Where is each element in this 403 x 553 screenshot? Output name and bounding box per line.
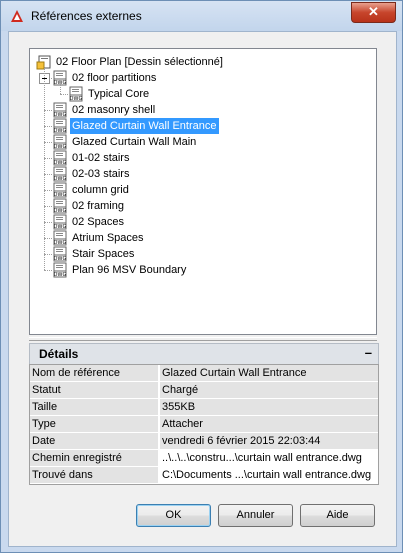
tree-item-label: Glazed Curtain Wall Entrance bbox=[70, 118, 219, 134]
tree-item-label: 01-02 stairs bbox=[72, 152, 130, 164]
details-key: Trouvé dans bbox=[30, 467, 159, 483]
details-title: Détails bbox=[39, 347, 79, 361]
window-title: Références externes bbox=[31, 9, 142, 23]
dwg-file-icon: DWG bbox=[53, 214, 67, 230]
tree-item-label: 02 Spaces bbox=[72, 216, 124, 228]
details-key: Date bbox=[30, 433, 159, 449]
tree-connector-line bbox=[44, 142, 52, 143]
tree-connector-line bbox=[60, 94, 68, 95]
tree-connector-line bbox=[44, 158, 52, 159]
tree-item-label: Plan 96 MSV Boundary bbox=[72, 264, 187, 276]
dwg-file-icon: DWG bbox=[53, 246, 67, 262]
tree-connector-line bbox=[44, 270, 52, 271]
tree-connector-line bbox=[44, 222, 52, 223]
details-key: Chemin enregistré bbox=[30, 450, 159, 466]
dwg-file-icon: DWG bbox=[53, 134, 67, 150]
details-key: Taille bbox=[30, 399, 159, 415]
tree-connector-line bbox=[60, 84, 61, 94]
xref-dialog-window: Références externes ✕ 02 Floor Plan [Des… bbox=[0, 0, 403, 553]
panel-splitter[interactable] bbox=[29, 337, 377, 341]
tree-item-label: column grid bbox=[72, 184, 129, 196]
details-row: Statut Chargé bbox=[30, 382, 378, 399]
tree-item-label: Stair Spaces bbox=[72, 248, 135, 260]
details-value: Glazed Curtain Wall Entrance bbox=[160, 365, 378, 381]
details-key: Nom de référence bbox=[30, 365, 159, 381]
dwg-file-icon: DWG bbox=[69, 86, 83, 102]
tree-item-label: 02 framing bbox=[72, 200, 124, 212]
tree-connector-line bbox=[44, 174, 52, 175]
tree-item-label: Atrium Spaces bbox=[72, 232, 144, 244]
tree-connector-line bbox=[44, 206, 52, 207]
dwg-file-icon: DWG bbox=[53, 118, 67, 134]
tree-item-label: Glazed Curtain Wall Main bbox=[72, 136, 197, 148]
details-row: Nom de référence Glazed Curtain Wall Entr… bbox=[30, 365, 378, 382]
details-row: Date vendredi 6 février 2015 22:03:44 bbox=[30, 433, 378, 450]
details-row: Type Attacher bbox=[30, 416, 378, 433]
xref-tree-view[interactable]: 02 Floor Plan [Dessin sélectionné] DWG 02 … bbox=[29, 48, 377, 335]
close-button[interactable]: ✕ bbox=[351, 2, 396, 23]
dwg-file-icon: DWG bbox=[53, 166, 67, 182]
tree-item-label: Typical Core bbox=[88, 88, 150, 100]
tree-item-label: 02 masonry shell bbox=[72, 104, 156, 116]
svg-text:DWG: DWG bbox=[54, 272, 67, 278]
tree-connector-line bbox=[44, 68, 45, 270]
tree-item-label: 02 Floor Plan [Dessin sélectionné] bbox=[56, 56, 223, 68]
dwg-file-icon: DWG bbox=[53, 102, 67, 118]
tree-connector-line bbox=[44, 110, 52, 111]
tree-connector-line bbox=[44, 126, 52, 127]
dwg-file-icon: DWG bbox=[53, 150, 67, 166]
details-value: Chargé bbox=[160, 382, 378, 398]
details-key: Type bbox=[30, 416, 159, 432]
details-row: Chemin enregistré ..\..\..\constru...\cur… bbox=[30, 450, 378, 467]
details-row: Trouvé dans C:\Documents ...\curtain wall… bbox=[30, 467, 378, 484]
ok-button[interactable]: OK bbox=[136, 504, 211, 527]
details-value: vendredi 6 février 2015 22:03:44 bbox=[160, 433, 378, 449]
details-row: Taille 355KB bbox=[30, 399, 378, 416]
details-value: 355KB bbox=[160, 399, 378, 415]
title-bar[interactable]: Références externes ✕ bbox=[1, 1, 402, 31]
dwg-file-icon: DWG bbox=[53, 230, 67, 246]
tree-item-label: 02-03 stairs bbox=[72, 168, 130, 180]
cancel-button[interactable]: Annuler bbox=[218, 504, 293, 527]
details-value: ..\..\..\constru...\curtain wall entranc… bbox=[160, 450, 378, 466]
tree-connector-line bbox=[44, 238, 52, 239]
details-key: Statut bbox=[30, 382, 159, 398]
tree-connector-line bbox=[44, 254, 52, 255]
help-button[interactable]: Aide bbox=[300, 504, 375, 527]
details-header[interactable]: Détails – bbox=[29, 343, 379, 365]
tree-item-label: 02 floor partitions bbox=[72, 72, 157, 84]
autocad-logo-icon bbox=[11, 10, 23, 22]
tree-connector-line bbox=[44, 190, 52, 191]
collapse-details-button[interactable]: – bbox=[365, 345, 372, 360]
details-value: C:\Documents ...\curtain wall entrance.d… bbox=[160, 467, 378, 483]
dwg-file-icon: DWG bbox=[53, 182, 67, 198]
dwg-file-icon: DWG bbox=[53, 262, 67, 278]
dialog-client-area: 02 Floor Plan [Dessin sélectionné] DWG 02 … bbox=[8, 31, 397, 547]
dwg-file-icon: DWG bbox=[53, 198, 67, 214]
details-table: Nom de référence Glazed Curtain Wall Entr… bbox=[29, 364, 379, 485]
details-value: Attacher bbox=[160, 416, 378, 432]
